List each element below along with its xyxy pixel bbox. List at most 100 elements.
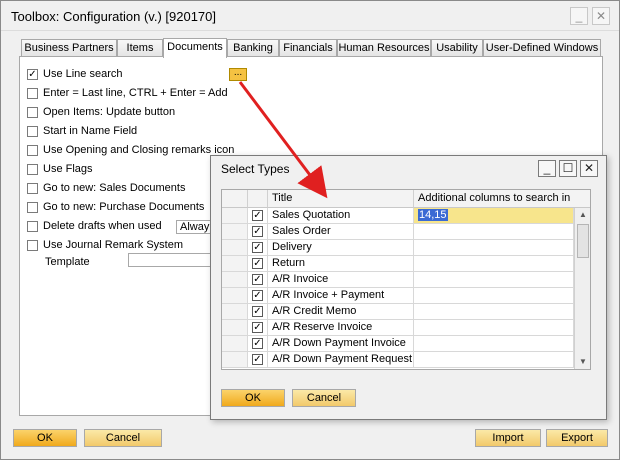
import-button[interactable]: Import: [475, 429, 541, 447]
checkbox[interactable]: [27, 240, 38, 251]
dialog-ok-button[interactable]: OK: [221, 389, 285, 407]
scroll-up-icon[interactable]: ▲: [575, 208, 590, 222]
row-header[interactable]: [222, 240, 248, 256]
title-cell: A/R Credit Memo: [268, 304, 414, 320]
additional-columns-cell[interactable]: [414, 320, 574, 336]
additional-columns-cell[interactable]: 14,15: [414, 208, 574, 224]
row-header[interactable]: [222, 208, 248, 224]
row-header[interactable]: [222, 224, 248, 240]
table-row[interactable]: ✓ Sales Order: [222, 224, 574, 240]
additional-columns-cell[interactable]: [414, 352, 574, 368]
title-cell: Delivery: [268, 240, 414, 256]
table-row[interactable]: ✓ A/R Invoice: [222, 272, 574, 288]
line-search-settings-button[interactable]: ...: [229, 68, 247, 81]
tab-usability[interactable]: Usability: [431, 39, 483, 57]
title-cell: A/R Invoice + Payment: [268, 288, 414, 304]
title-column-header: Title: [268, 190, 414, 208]
checkbox[interactable]: [27, 164, 38, 175]
close-button[interactable]: ✕: [592, 7, 610, 25]
row-header[interactable]: [222, 272, 248, 288]
row-checkbox[interactable]: ✓: [252, 226, 263, 237]
row-checkbox[interactable]: ✓: [252, 338, 263, 349]
row-checkbox-cell: ✓: [248, 320, 268, 336]
checkbox[interactable]: [27, 202, 38, 213]
option-label: Use Line search: [43, 68, 123, 80]
tab-financials[interactable]: Financials: [279, 39, 337, 57]
additional-columns-cell[interactable]: [414, 272, 574, 288]
template-input[interactable]: [128, 253, 214, 267]
tab-user-defined-windows[interactable]: User-Defined Windows: [483, 39, 601, 57]
row-header[interactable]: [222, 320, 248, 336]
row-checkbox[interactable]: ✓: [252, 258, 263, 269]
row-checkbox[interactable]: ✓: [252, 290, 263, 301]
dialog-cancel-button[interactable]: Cancel: [292, 389, 356, 407]
additional-columns-cell[interactable]: [414, 336, 574, 352]
row-checkbox-cell: ✓: [248, 288, 268, 304]
selected-text[interactable]: 14,15: [418, 209, 448, 221]
row-header[interactable]: [222, 336, 248, 352]
tab-items[interactable]: Items: [117, 39, 163, 57]
additional-columns-cell[interactable]: [414, 256, 574, 272]
table-row[interactable]: ✓ Delivery: [222, 240, 574, 256]
option-label: Go to new: Purchase Documents: [43, 201, 205, 213]
table-row[interactable]: ✓ A/R Down Payment Request: [222, 352, 574, 368]
additional-columns-cell[interactable]: [414, 224, 574, 240]
checkbox[interactable]: [27, 145, 38, 156]
row-header[interactable]: [222, 352, 248, 368]
table-row[interactable]: ✓ Sales Quotation 14,15: [222, 208, 574, 224]
tab-documents[interactable]: Documents: [163, 38, 227, 58]
title-cell: A/R Invoice: [268, 272, 414, 288]
option-label: Enter = Last line, CTRL + Enter = Add: [43, 87, 228, 99]
additional-columns-cell[interactable]: [414, 288, 574, 304]
row-checkbox-cell: ✓: [248, 256, 268, 272]
cancel-button[interactable]: Cancel: [84, 429, 162, 447]
title-cell: Sales Order: [268, 224, 414, 240]
checkbox[interactable]: [27, 107, 38, 118]
template-label: Template: [45, 256, 90, 268]
dialog-maximize-button[interactable]: ☐: [559, 160, 577, 177]
table-row[interactable]: ✓ A/R Down Payment Invoice: [222, 336, 574, 352]
option-label: Use Flags: [43, 163, 93, 175]
table-row[interactable]: ✓ A/R Credit Memo: [222, 304, 574, 320]
row-checkbox[interactable]: ✓: [252, 322, 263, 333]
row-checkbox[interactable]: ✓: [252, 210, 263, 221]
title-cell: A/R Down Payment Invoice: [268, 336, 414, 352]
row-checkbox[interactable]: ✓: [252, 306, 263, 317]
row-header[interactable]: [222, 304, 248, 320]
dialog-close-button[interactable]: ✕: [580, 160, 598, 177]
scroll-down-icon[interactable]: ▼: [575, 355, 590, 369]
grid-scrollbar[interactable]: ▲ ▼: [574, 208, 590, 369]
minimize-button[interactable]: _: [570, 7, 588, 25]
checkbox[interactable]: [27, 183, 38, 194]
tab-banking[interactable]: Banking: [227, 39, 279, 57]
row-header[interactable]: [222, 288, 248, 304]
option-label: Go to new: Sales Documents: [43, 182, 186, 194]
tab-business-partners[interactable]: Business Partners: [21, 39, 117, 57]
additional-columns-cell[interactable]: [414, 304, 574, 320]
option-label: Start in Name Field: [43, 125, 138, 137]
checkbox[interactable]: [27, 126, 38, 137]
row-checkbox[interactable]: ✓: [252, 354, 263, 365]
table-row[interactable]: ✓ A/R Invoice + Payment: [222, 288, 574, 304]
row-checkbox-cell: ✓: [248, 304, 268, 320]
title-cell: Return: [268, 256, 414, 272]
additional-columns-cell[interactable]: [414, 240, 574, 256]
checkbox[interactable]: [27, 88, 38, 99]
row-checkbox[interactable]: ✓: [252, 274, 263, 285]
tab-human-resources[interactable]: Human Resources: [337, 39, 431, 57]
row-header[interactable]: [222, 256, 248, 272]
table-row[interactable]: ✓ A/R Reserve Invoice: [222, 320, 574, 336]
row-checkbox[interactable]: ✓: [252, 242, 263, 253]
option-label: Use Journal Remark System: [43, 239, 183, 251]
row-checkbox-cell: ✓: [248, 352, 268, 368]
checkbox[interactable]: ✓: [27, 69, 38, 80]
title-bar: Toolbox: Configuration (v.) [920170] _ ✕: [1, 1, 619, 31]
title-cell: Sales Quotation: [268, 208, 414, 224]
dialog-title: Select Types: [221, 162, 290, 176]
scroll-thumb[interactable]: [577, 224, 589, 258]
table-row[interactable]: ✓ Return: [222, 256, 574, 272]
ok-button[interactable]: OK: [13, 429, 77, 447]
export-button[interactable]: Export: [546, 429, 608, 447]
dialog-minimize-button[interactable]: _: [538, 160, 556, 177]
checkbox[interactable]: [27, 221, 38, 232]
